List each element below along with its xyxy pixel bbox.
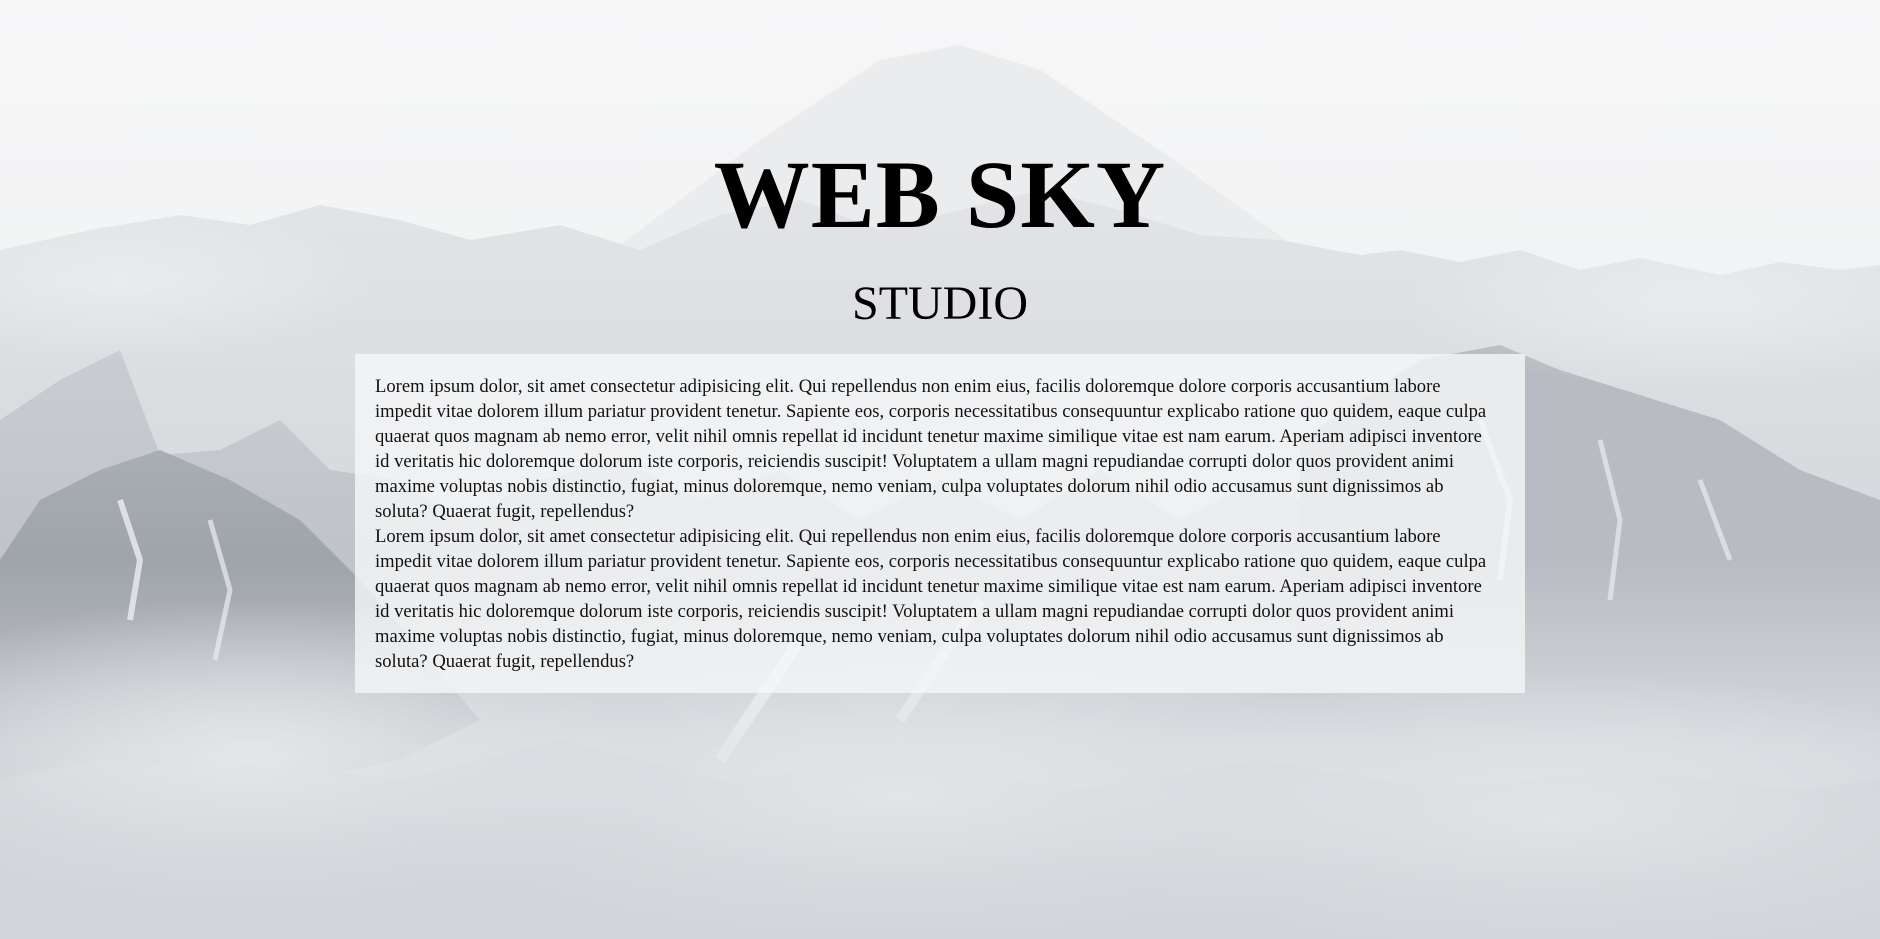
- text-panel: Lorem ipsum dolor, sit amet consectetur …: [355, 354, 1525, 693]
- paragraph: Lorem ipsum dolor, sit amet consectetur …: [375, 376, 1487, 522]
- paragraph: Lorem ipsum dolor, sit amet consectetur …: [375, 526, 1487, 672]
- site-title: WEB SKY: [713, 141, 1167, 248]
- hero-section: WEB SKY STUDIO Lorem ipsum dolor, sit am…: [0, 0, 1880, 939]
- site-subtitle: STUDIO: [852, 277, 1028, 330]
